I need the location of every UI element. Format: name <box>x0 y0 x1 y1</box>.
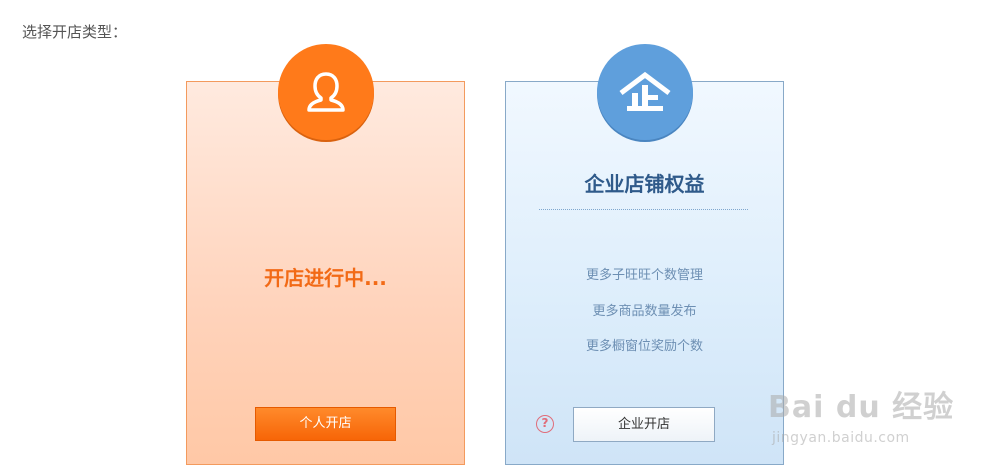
help-icon[interactable]: ? <box>536 415 554 433</box>
person-icon <box>277 44 374 140</box>
watermark-logo: Bai du 经验 <box>768 390 955 425</box>
shop-status-text: 开店进行中... <box>264 266 387 290</box>
enterprise-shop-card: 企业店铺权益 更多子旺旺个数管理 更多商品数量发布 更多橱窗位奖励个数 ? 企业… <box>505 44 784 465</box>
benefit-item: 更多子旺旺个数管理 <box>585 268 703 283</box>
enterprise-benefits-title: 企业店铺权益 <box>584 172 705 196</box>
baidu-jingyan-watermark: Bai du 经验 jingyan.baidu.com <box>768 372 968 462</box>
watermark-site: jingyan.baidu.com <box>772 430 910 446</box>
enterprise-building-icon <box>596 44 693 140</box>
enterprise-shop-button[interactable]: 企业开店 <box>573 407 715 442</box>
personal-shop-card: 开店进行中... 个人开店 <box>186 44 465 465</box>
benefit-item: 更多商品数量发布 <box>592 304 697 319</box>
benefit-item: 更多橱窗位奖励个数 <box>585 339 703 354</box>
divider <box>539 209 748 210</box>
personal-shop-button[interactable]: 个人开店 <box>255 407 396 441</box>
shop-type-prompt: 选择开店类型： <box>22 23 128 41</box>
